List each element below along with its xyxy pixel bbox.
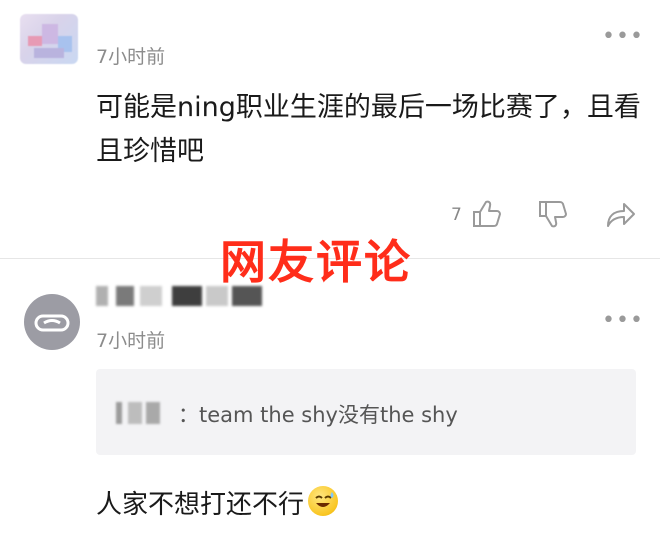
thumbs-down-icon[interactable] <box>536 198 570 230</box>
overlay-label: 网友评论 <box>220 235 412 289</box>
avatar-pixel <box>42 24 58 44</box>
avatar[interactable] <box>20 14 78 64</box>
avatar-pixel <box>28 36 42 46</box>
share-arrow-icon[interactable] <box>602 198 636 230</box>
sweat-smile-emoji <box>308 486 338 516</box>
comment-time: 7小时前 <box>96 330 166 352</box>
thumbs-up-icon[interactable] <box>470 198 504 230</box>
comment-time: 7小时前 <box>96 46 166 68</box>
avatar-pixel <box>34 48 64 58</box>
comment-text: 可能是ning职业生涯的最后一场比赛了，且看且珍惜吧 <box>96 92 641 167</box>
like-count: 7 <box>451 205 462 225</box>
quoted-text: ：team the shy没有the shy <box>178 403 458 427</box>
quoted-username-blurred <box>116 402 176 424</box>
comment-text: 人家不想打还不行 <box>96 490 305 520</box>
more-dots-icon[interactable]: ••• <box>602 310 644 332</box>
more-dots-icon[interactable]: ••• <box>602 26 644 48</box>
username-blurred <box>96 286 266 306</box>
default-avatar-icon <box>34 314 70 332</box>
avatar[interactable] <box>24 294 80 350</box>
